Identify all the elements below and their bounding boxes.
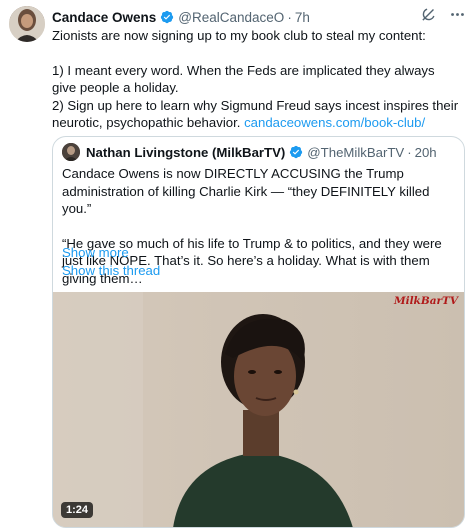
timestamp[interactable]: 7h — [295, 10, 310, 25]
verified-badge-icon — [290, 145, 303, 159]
tweet-header: Candace Owens @RealCandaceO · 7h — [52, 8, 464, 26]
avatar[interactable] — [9, 6, 45, 42]
avatar-image — [9, 6, 45, 42]
book-club-link[interactable]: candaceowens.com/book-club/ — [244, 115, 425, 130]
video-player[interactable]: MilkBarTV 1:24 — [53, 292, 464, 527]
show-more-link[interactable]: Show more — [62, 245, 129, 260]
quote-avatar[interactable] — [62, 143, 80, 161]
quote-author-name[interactable]: Nathan Livingstone (MilkBarTV) — [86, 145, 285, 160]
video-frame — [53, 292, 464, 527]
show-thread-link[interactable]: Show this thread — [62, 263, 160, 278]
author-handle[interactable]: @RealCandaceO — [178, 10, 284, 25]
more-icon[interactable] — [449, 6, 466, 23]
tweet-actions — [420, 6, 466, 23]
separator-dot: · — [287, 9, 292, 25]
video-duration: 1:24 — [61, 502, 94, 518]
separator-dot: · — [407, 144, 412, 160]
quote-paragraph: “He gave so much of his life to Trump & … — [62, 235, 442, 286]
author-name[interactable]: Candace Owens — [52, 10, 156, 25]
video-watermark: MilkBarTV — [393, 295, 458, 307]
tweet-line: Zionists are now signing up to my book c… — [52, 28, 426, 43]
quote-paragraph: Candace Owens is now DIRECTLY ACCUSING t… — [62, 166, 430, 217]
quote-header: Nathan Livingstone (MilkBarTV) @TheMilkB… — [62, 143, 437, 161]
grok-icon[interactable] — [420, 6, 437, 23]
tweet-text: Zionists are now signing up to my book c… — [52, 27, 462, 132]
quoted-tweet[interactable]: Nathan Livingstone (MilkBarTV) @TheMilkB… — [52, 136, 465, 528]
quote-timestamp[interactable]: 20h — [415, 145, 437, 160]
tweet-line: 1) I meant every word. When the Feds are… — [52, 62, 435, 96]
quote-author-handle[interactable]: @TheMilkBarTV — [307, 145, 404, 160]
verified-badge-icon — [161, 10, 174, 24]
